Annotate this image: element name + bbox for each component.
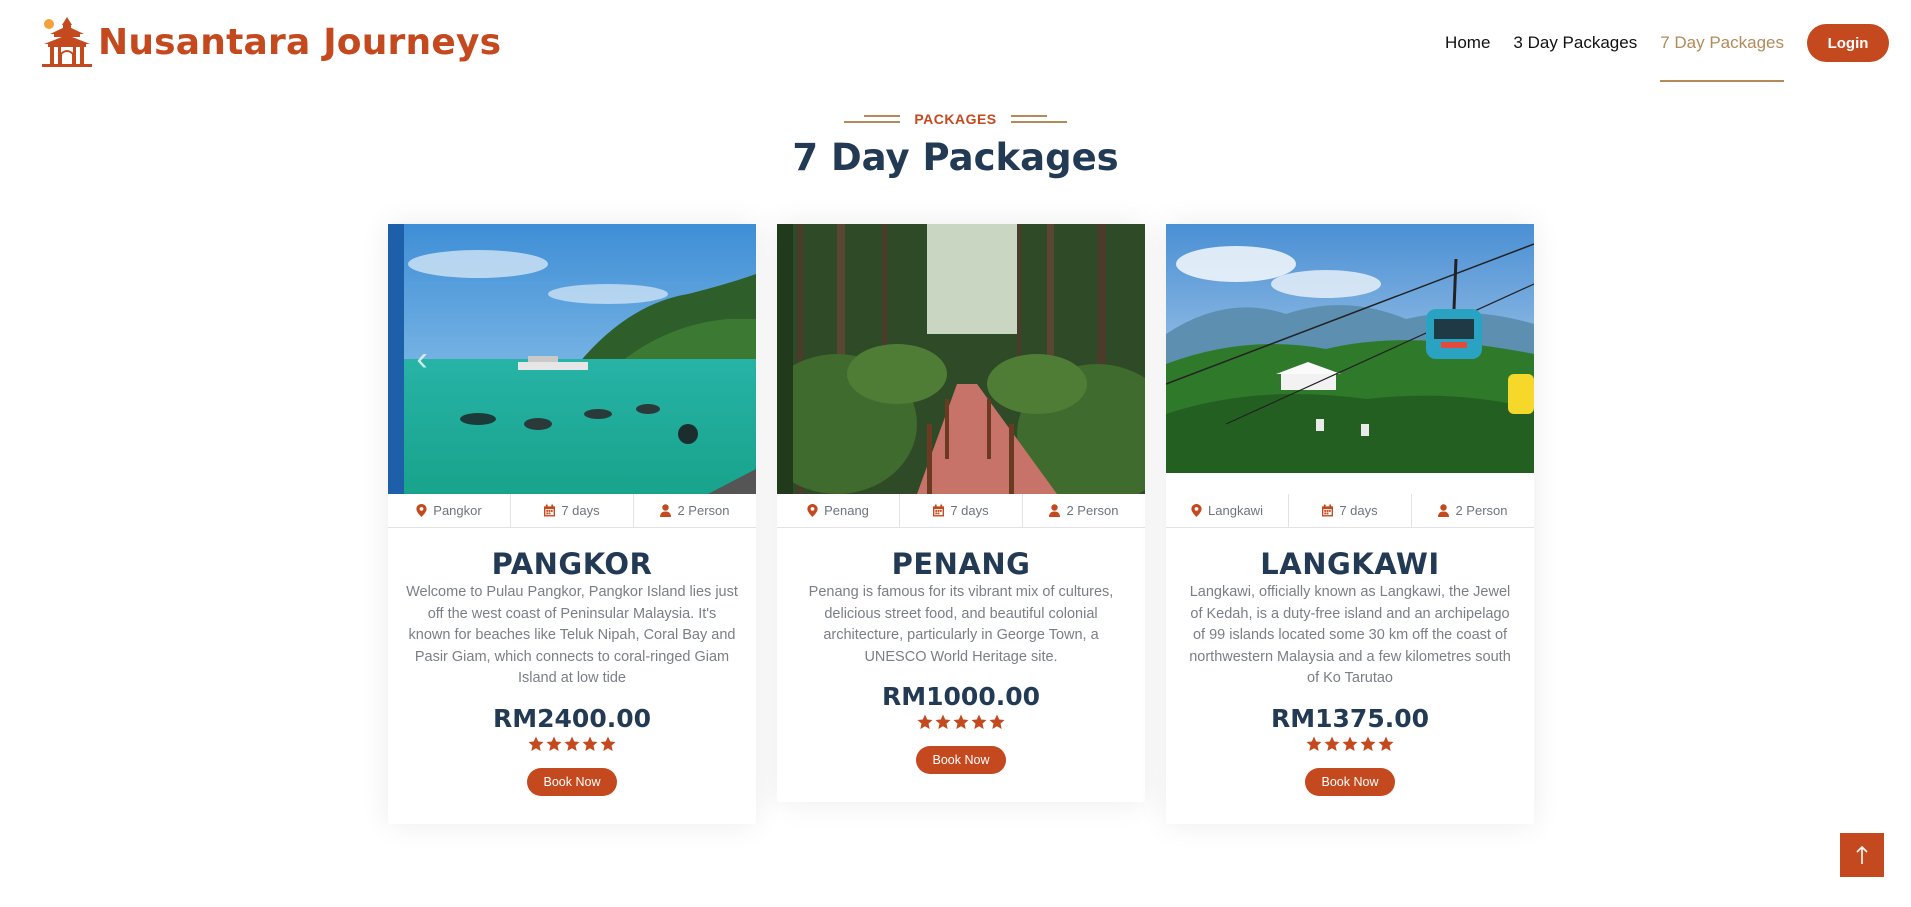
- star-icon: [1360, 736, 1376, 751]
- eyebrow-divider-left: [844, 115, 901, 123]
- pagoda-logo-icon: [42, 17, 92, 67]
- star-icon: [600, 736, 616, 751]
- package-card-body: PENANG Penang is famous for its vibrant …: [777, 528, 1145, 802]
- section-eyebrow: PACKAGES: [0, 111, 1911, 127]
- map-marker-icon: [807, 504, 818, 517]
- package-card-body: LANGKAWI Langkawi, officially known as L…: [1166, 528, 1534, 824]
- beach-photo: [388, 224, 756, 494]
- package-card-penang: Penang 7 days 2 Person PENANG Penang is …: [777, 224, 1145, 802]
- star-icon: [564, 736, 580, 751]
- meta-location: Pangkor: [388, 494, 511, 527]
- package-price: RM2400.00: [493, 703, 651, 733]
- star-icon: [971, 714, 987, 729]
- calendar-icon: [933, 504, 945, 517]
- package-image: [1166, 224, 1534, 473]
- nav-7-day-packages[interactable]: 7 Day Packages: [1660, 4, 1784, 82]
- persons-text: 2 Person: [1066, 503, 1119, 518]
- navbar: Nusantara Journeys Home 3 Day Packages 7…: [0, 0, 1911, 86]
- star-rating: [406, 736, 738, 754]
- nav-home[interactable]: Home: [1445, 4, 1490, 82]
- book-now-button[interactable]: Book Now: [916, 746, 1006, 774]
- star-icon: [1324, 736, 1340, 751]
- package-title: PANGKOR: [491, 547, 653, 581]
- arrow-up-icon: [1856, 845, 1868, 864]
- book-now-button[interactable]: Book Now: [527, 767, 617, 796]
- package-description: Langkawi, officially known as Langkawi, …: [1189, 584, 1511, 686]
- star-icon: [546, 736, 562, 751]
- login-button[interactable]: Login: [1807, 24, 1889, 62]
- book-now-button[interactable]: Book Now: [1305, 767, 1395, 796]
- brand-name: Nusantara Journeys: [98, 21, 502, 63]
- star-icon: [1342, 736, 1358, 751]
- meta-duration: 7 days: [511, 494, 634, 527]
- package-meta: Langkawi 7 days 2 Person: [1166, 494, 1534, 528]
- package-description: Penang is famous for its vibrant mix of …: [808, 584, 1114, 665]
- duration-text: 7 days: [1339, 503, 1378, 518]
- star-icon: [935, 714, 951, 729]
- package-title: LANGKAWI: [1260, 547, 1440, 581]
- package-card-pangkor: ‹ Pangkor 7 days 2 Person PANGKOR Welcom…: [388, 224, 756, 824]
- star-rating: [795, 714, 1127, 732]
- brand-link[interactable]: Nusantara Journeys: [40, 16, 501, 68]
- persons-text: 2 Person: [1455, 503, 1508, 518]
- calendar-icon: [544, 504, 556, 517]
- star-icon: [953, 714, 969, 729]
- package-title: PENANG: [891, 547, 1031, 581]
- meta-duration: 7 days: [1289, 494, 1412, 527]
- meta-duration: 7 days: [900, 494, 1023, 527]
- location-text: Penang: [824, 503, 869, 518]
- cable-car-photo: [1166, 224, 1534, 473]
- star-rating: [1184, 736, 1516, 754]
- user-icon: [1438, 504, 1450, 517]
- duration-text: 7 days: [950, 503, 989, 518]
- location-text: Pangkor: [433, 503, 482, 518]
- package-image: [777, 224, 1145, 494]
- meta-persons: 2 Person: [1023, 494, 1145, 527]
- star-icon: [1378, 736, 1394, 751]
- nav-3-day-packages[interactable]: 3 Day Packages: [1513, 4, 1637, 82]
- eyebrow-divider-right: [1010, 115, 1067, 123]
- star-icon: [582, 736, 598, 751]
- star-icon: [917, 714, 933, 729]
- package-card-body: PANGKOR Welcome to Pulau Pangkor, Pangko…: [388, 528, 756, 824]
- location-text: Langkawi: [1208, 503, 1263, 518]
- meta-persons: 2 Person: [1412, 494, 1534, 527]
- star-icon: [528, 736, 544, 751]
- page-title: 7 Day Packages: [792, 136, 1119, 179]
- duration-text: 7 days: [561, 503, 600, 518]
- carousel-prev-icon[interactable]: ‹: [408, 339, 436, 379]
- package-card-langkawi: Langkawi 7 days 2 Person LANGKAWI Langka…: [1166, 224, 1534, 824]
- meta-location: Langkawi: [1166, 494, 1289, 527]
- forest-boardwalk-photo: [777, 224, 1145, 494]
- package-meta: Pangkor 7 days 2 Person: [388, 494, 756, 528]
- persons-text: 2 Person: [677, 503, 730, 518]
- meta-location: Penang: [777, 494, 900, 527]
- star-icon: [1306, 736, 1322, 751]
- map-marker-icon: [1191, 504, 1202, 517]
- package-image-carousel[interactable]: ‹: [388, 224, 756, 494]
- calendar-icon: [1322, 504, 1334, 517]
- main-nav: Home 3 Day Packages 7 Day Packages Login: [1445, 0, 1889, 86]
- package-price: RM1375.00: [1271, 703, 1429, 733]
- package-meta: Penang 7 days 2 Person: [777, 494, 1145, 528]
- eyebrow-label: PACKAGES: [914, 111, 997, 127]
- star-icon: [989, 714, 1005, 729]
- back-to-top-button[interactable]: [1840, 833, 1884, 877]
- user-icon: [660, 504, 672, 517]
- map-marker-icon: [416, 504, 427, 517]
- package-price: RM1000.00: [882, 682, 1040, 711]
- user-icon: [1049, 504, 1061, 517]
- meta-persons: 2 Person: [634, 494, 756, 527]
- package-description: Welcome to Pulau Pangkor, Pangkor Island…: [406, 584, 738, 686]
